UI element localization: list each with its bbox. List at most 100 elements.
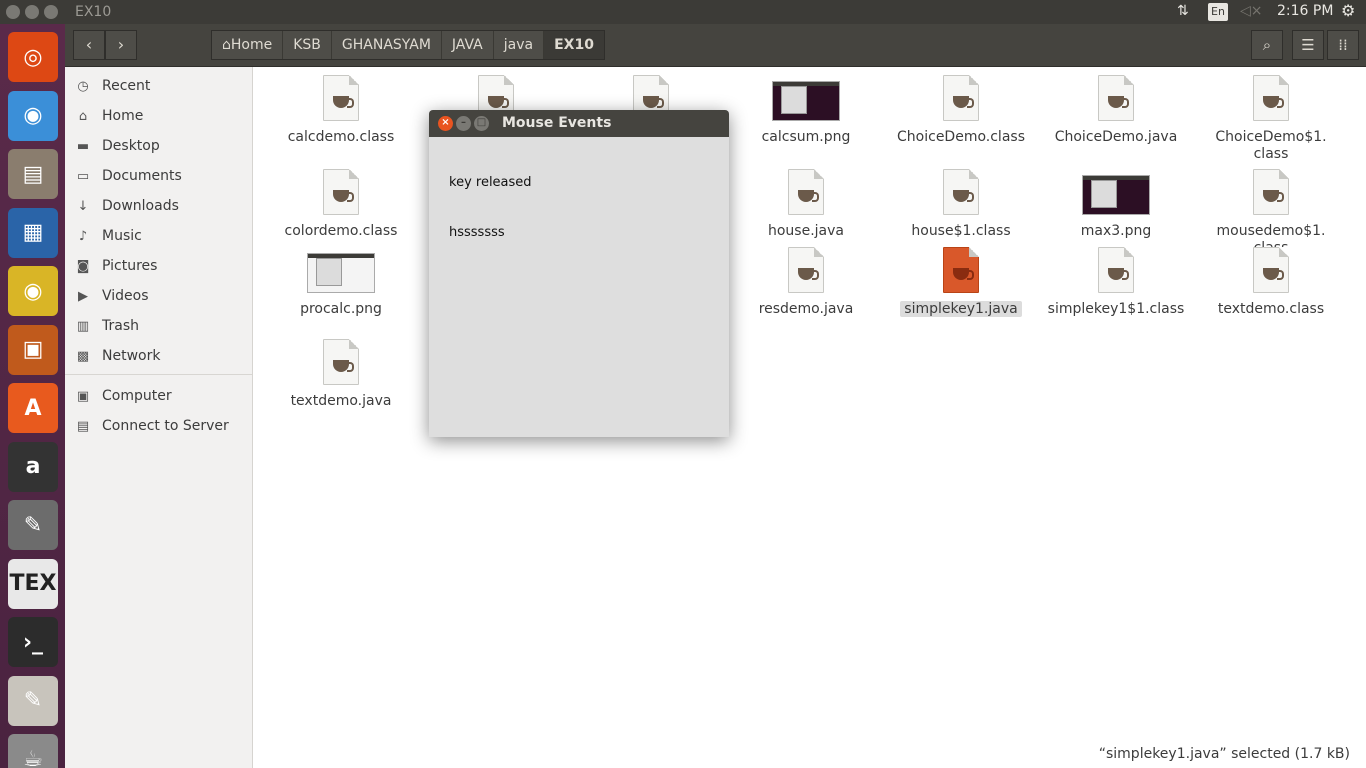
- file-item[interactable]: calcsum.png: [729, 75, 883, 146]
- java-file-icon: [943, 75, 979, 121]
- sidebar-item-label: Documents: [102, 168, 182, 184]
- sidebar-item-downloads[interactable]: ↓ Downloads: [73, 194, 249, 218]
- launcher-java-icon[interactable]: ☕: [8, 734, 58, 768]
- clock[interactable]: 2:16 PM: [1277, 3, 1333, 19]
- grid-icon: ⁞⁞: [1338, 36, 1348, 54]
- sidebar-item-connect-to-server[interactable]: ▤ Connect to Server: [73, 414, 249, 438]
- sidebar-item-recent[interactable]: ◷ Recent: [73, 74, 249, 98]
- sidebar-item-label: Videos: [102, 288, 149, 304]
- launcher-impress-icon[interactable]: ▣: [8, 324, 58, 375]
- launcher-amazon-icon[interactable]: a: [8, 441, 58, 492]
- close-icon[interactable]: ×: [438, 116, 453, 131]
- java-file-icon: [943, 169, 979, 215]
- breadcrumb-java[interactable]: java: [494, 31, 545, 59]
- breadcrumb-label: EX10: [554, 37, 594, 53]
- breadcrumb-ksb[interactable]: KSB: [283, 31, 332, 59]
- launcher: ◎ ◉ ▤ ▦ ◉ ▣ Aa ✎ TEX ›_ ✎ ☕: [0, 24, 65, 768]
- network-arrows-icon[interactable]: ⇅: [1177, 3, 1189, 19]
- forward-button[interactable]: ›: [105, 30, 137, 60]
- launcher-settings-icon[interactable]: ✎: [8, 500, 58, 550]
- file-name-text: ChoiceDemo.class: [897, 129, 1025, 145]
- file-item[interactable]: mousedemo$1. class: [1194, 169, 1348, 257]
- document-icon: ▭: [76, 168, 90, 184]
- launcher-chrome-icon[interactable]: ◉: [8, 266, 58, 316]
- launcher-writer-icon[interactable]: ▦: [8, 207, 58, 258]
- sidebar: ◷ Recent ⌂ Home ▬ Desktop ▭ Documents ↓ Downloads…: [65, 67, 253, 768]
- maximize-icon[interactable]: □: [474, 116, 489, 131]
- sidebar-item-home[interactable]: ⌂ Home: [73, 104, 249, 128]
- file-item[interactable]: textdemo.java: [264, 339, 418, 410]
- file-item[interactable]: ChoiceDemo.java: [1039, 75, 1193, 146]
- breadcrumb-java[interactable]: JAVA: [442, 31, 494, 59]
- video-icon: ▶: [78, 288, 88, 304]
- file-item[interactable]: procalc.png: [264, 247, 418, 318]
- file-name: house.java: [729, 223, 883, 240]
- sidebar-item-trash[interactable]: ▥ Trash: [73, 314, 249, 338]
- file-name-text: textdemo.class: [1217, 301, 1325, 317]
- breadcrumb-label: java: [503, 37, 534, 53]
- window-minimize-icon[interactable]: [25, 5, 39, 19]
- sidebar-item-label: Recent: [102, 78, 151, 94]
- file-name: house$1.class: [884, 223, 1038, 240]
- system-gear-icon[interactable]: ⚙: [1341, 1, 1355, 20]
- sidebar-item-computer[interactable]: ▣ Computer: [73, 384, 249, 408]
- file-name: simplekey1.java: [884, 301, 1038, 318]
- file-item[interactable]: resdemo.java: [729, 247, 883, 318]
- launcher-chromium-icon[interactable]: ◉: [8, 90, 58, 141]
- dialog-titlebar[interactable]: × – □ Mouse Events: [429, 110, 729, 137]
- breadcrumb: ⌂Home KSB GHANASYAM JAVA java EX10: [211, 30, 605, 60]
- sidebar-item-pictures[interactable]: ◙ Pictures: [73, 254, 249, 278]
- file-name-text: procalc.png: [300, 301, 382, 317]
- grid-view-button[interactable]: ⁞⁞: [1327, 30, 1359, 60]
- file-item[interactable]: ChoiceDemo.class: [884, 75, 1038, 146]
- launcher-files-icon[interactable]: ▤: [8, 149, 58, 199]
- list-view-button[interactable]: ☰: [1292, 30, 1324, 60]
- file-item[interactable]: max3.png: [1039, 169, 1193, 240]
- file-name-text: calcsum.png: [761, 129, 851, 145]
- header-bar: ‹ › ⌂Home KSB GHANASYAM JAVA java EX10 ⌕ ☰ ⁞⁞: [65, 24, 1366, 67]
- launcher-texmaker-icon[interactable]: TEX: [8, 558, 58, 609]
- file-item[interactable]: house.java: [729, 169, 883, 240]
- back-button[interactable]: ‹: [73, 30, 105, 60]
- file-item[interactable]: house$1.class: [884, 169, 1038, 240]
- file-name-text: resdemo.java: [758, 301, 854, 317]
- breadcrumb-ghanasyam[interactable]: GHANASYAM: [332, 31, 442, 59]
- breadcrumb-label: GHANASYAM: [341, 37, 431, 53]
- sidebar-item-documents[interactable]: ▭ Documents: [73, 164, 249, 188]
- sidebar-item-desktop[interactable]: ▬ Desktop: [73, 134, 249, 158]
- image-thumbnail-icon: [772, 81, 840, 121]
- music-icon: ♪: [78, 228, 88, 244]
- file-name: calcdemo.class: [264, 129, 418, 146]
- file-item[interactable]: simplekey1.java: [884, 247, 1038, 318]
- minimize-icon[interactable]: –: [456, 116, 471, 131]
- keyboard-indicator[interactable]: En: [1208, 3, 1228, 21]
- file-item[interactable]: colordemo.class: [264, 169, 418, 240]
- java-file-icon: [788, 169, 824, 215]
- java-file-icon: [943, 247, 979, 293]
- sidebar-item-music[interactable]: ♪ Music: [73, 224, 249, 248]
- breadcrumb-ex10[interactable]: EX10: [544, 31, 604, 59]
- file-name: ChoiceDemo.class: [884, 129, 1038, 146]
- sidebar-item-label: Computer: [102, 388, 172, 404]
- sidebar-item-videos[interactable]: ▶ Videos: [73, 284, 249, 308]
- file-item[interactable]: calcdemo.class: [264, 75, 418, 146]
- volume-muted-icon[interactable]: ◁×: [1240, 3, 1263, 19]
- file-item[interactable]: ChoiceDemo$1. class: [1194, 75, 1348, 163]
- sidebar-item-label: Desktop: [102, 138, 160, 154]
- sidebar-item-network[interactable]: ▩ Network: [73, 344, 249, 368]
- key-event-label: key released: [449, 175, 532, 190]
- file-item[interactable]: textdemo.class: [1194, 247, 1348, 318]
- search-button[interactable]: ⌕: [1251, 30, 1283, 60]
- window-title: EX10: [75, 4, 112, 20]
- file-name-text: ChoiceDemo.java: [1054, 129, 1178, 145]
- launcher-terminal-icon[interactable]: ›_: [8, 617, 58, 667]
- window-close-icon[interactable]: [6, 5, 20, 19]
- launcher-ubuntu-dash-icon[interactable]: ◎: [8, 32, 58, 82]
- launcher-software-center-icon[interactable]: A: [8, 383, 58, 433]
- file-item[interactable]: simplekey1$1.class: [1039, 247, 1193, 318]
- window-maximize-icon[interactable]: [44, 5, 58, 19]
- folder-icon: ▬: [76, 138, 90, 154]
- launcher-text-editor-icon[interactable]: ✎: [8, 675, 58, 726]
- breadcrumb-home[interactable]: ⌂Home: [212, 31, 284, 59]
- trash-icon: ▥: [76, 318, 90, 334]
